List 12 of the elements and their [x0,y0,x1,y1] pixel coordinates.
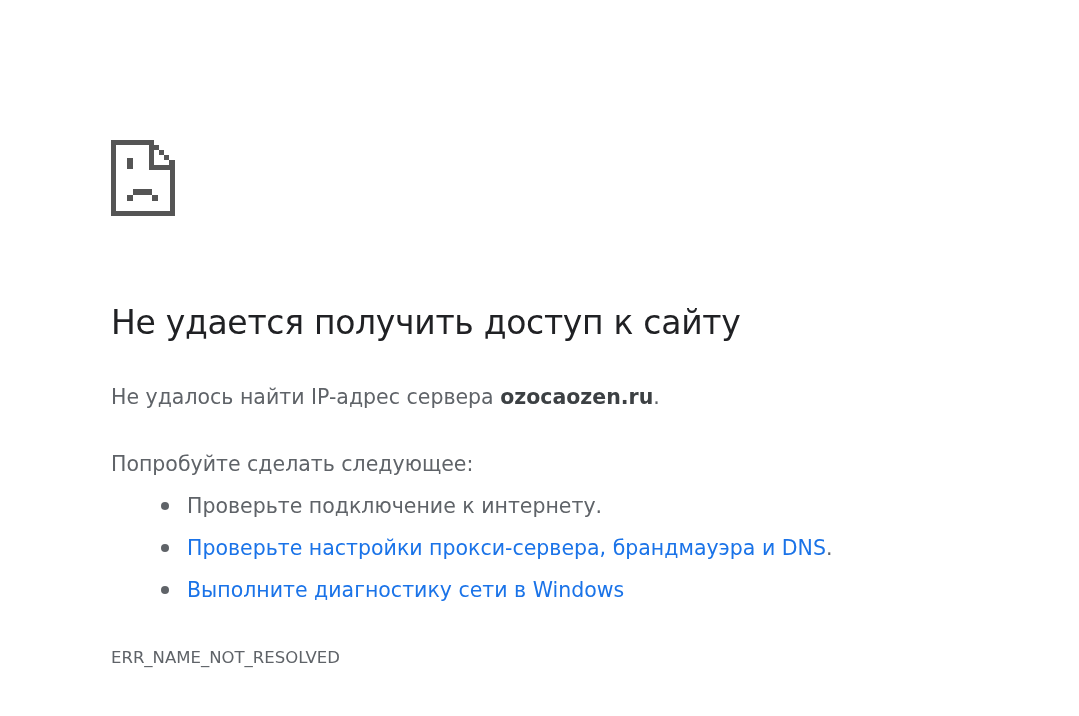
suggestions-title: Попробуйте сделать следующее: [111,451,475,478]
suggestion-link[interactable]: Проверьте настройки прокси-сервера, брандмауэра и DNS [187,536,826,560]
sad-page-icon [111,140,175,216]
bullet-icon [161,544,169,552]
error-code: ERR_NAME_NOT_RESOLVED [111,647,341,669]
suggestion-text: Проверьте подключение к интернету. [187,494,603,518]
bullet-icon [161,586,169,594]
suggestion-text: Проверьте настройки прокси-сервера, брандмауэра и DNS. [187,536,833,560]
suggestion-link[interactable]: Выполните диагностику сети в Windows [187,578,625,602]
error-heading: Не удается получить доступ к сайту [111,302,742,344]
error-message: Не удалось найти IP-адрес сервера ozocaozen.ru. [111,384,661,411]
bullet-icon [161,502,169,510]
